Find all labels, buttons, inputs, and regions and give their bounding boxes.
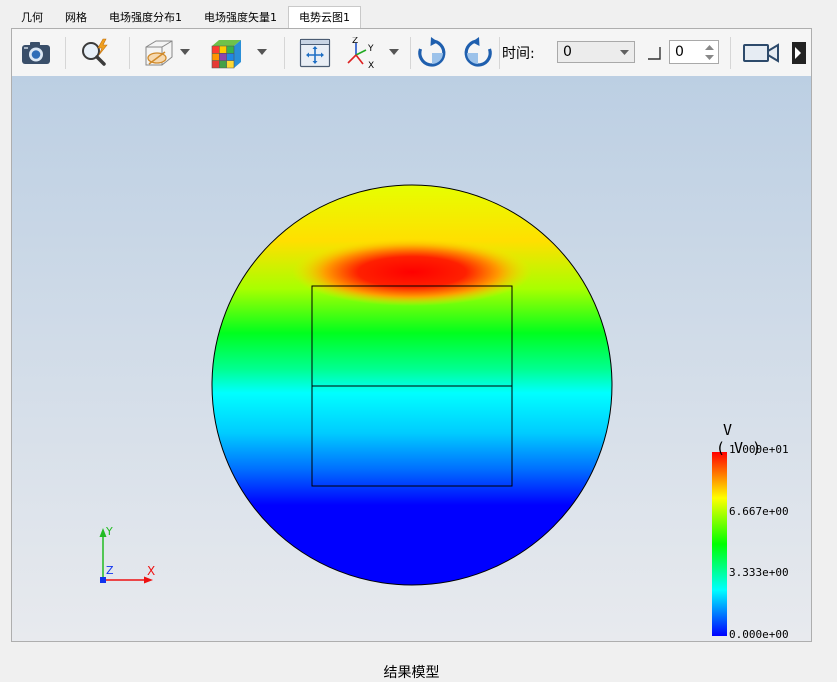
rotate-cw-button[interactable] [414, 36, 450, 70]
triad-y-label: Y [105, 525, 113, 538]
axes-orient-icon: Z Y X [347, 37, 374, 69]
spin-up-icon[interactable] [705, 44, 714, 52]
clip-plane-icon [145, 40, 173, 66]
tab-potential-contour[interactable]: 电势云图1 [288, 6, 361, 29]
triad-x-label: X [147, 564, 155, 578]
colorbar-tick: 3.333e+00 [729, 566, 789, 579]
document-tabs: 几何 网格 电场强度分布1 电场强度矢量1 电势云图1 [10, 6, 361, 29]
time-select-value: 0 [563, 44, 572, 60]
color-cube-icon [211, 40, 241, 69]
frame-spinbox[interactable]: 0 [669, 40, 719, 64]
colorbar-title: V [723, 421, 733, 439]
axes-orient-dropdown[interactable] [387, 43, 401, 61]
svg-text:Z: Z [352, 37, 358, 46]
color-cube-button[interactable] [208, 36, 244, 70]
chevron-down-icon [389, 49, 399, 55]
camera-icon [22, 42, 50, 64]
clip-plane-button[interactable] [140, 36, 176, 70]
result-panel: Z Y X 时间: 0 0 Y X Z 结果模型 V (V) 1.000e+… [11, 28, 812, 681]
video-camera-icon [743, 43, 779, 63]
triad-z-label: Z [106, 564, 114, 577]
tab-geometry[interactable]: 几何 [10, 6, 54, 28]
fit-view-icon [299, 38, 331, 68]
colorbar-tick: 0.000e+00 [729, 628, 789, 641]
chevron-down-icon [620, 50, 629, 55]
colorbar [712, 452, 727, 636]
zoom-icon [82, 38, 108, 66]
tab-e-field-vector[interactable]: 电场强度矢量1 [193, 6, 288, 28]
time-label: 时间: [502, 46, 535, 62]
rotate-cw-icon [418, 37, 446, 67]
time-select[interactable]: 0 [557, 41, 635, 63]
toolbar: Z Y X 时间: 0 0 [12, 29, 811, 77]
potential-field [212, 185, 612, 585]
color-cube-dropdown[interactable] [255, 43, 269, 61]
svg-text:X: X [368, 61, 374, 69]
chevron-down-icon [180, 49, 190, 55]
toolbar-overflow-button[interactable] [790, 36, 808, 70]
colorbar-tick: 1.000e+01 [729, 443, 789, 456]
step-button[interactable] [646, 45, 662, 61]
zoom-button[interactable] [78, 36, 114, 70]
tab-mesh[interactable]: 网格 [54, 6, 98, 28]
chevron-down-icon [257, 49, 267, 55]
spin-down-icon[interactable] [705, 53, 714, 61]
frame-spinbox-value: 0 [675, 44, 684, 60]
colorbar-tick: 6.667e+00 [729, 505, 789, 518]
result-plot: Y X Z [12, 76, 811, 641]
rotate-ccw-button[interactable] [460, 36, 496, 70]
fit-view-button[interactable] [297, 36, 333, 70]
more-icon [792, 42, 806, 64]
rotate-ccw-icon [464, 37, 492, 67]
record-video-button[interactable] [742, 36, 782, 70]
svg-text:Y: Y [367, 44, 374, 54]
screenshot-button[interactable] [18, 36, 54, 70]
clip-plane-dropdown[interactable] [178, 43, 192, 61]
result-viewport[interactable]: Y X Z 结果模型 V ( V ) 1.000e+01 6.667e+00 3… [12, 76, 811, 681]
axes-orient-button[interactable]: Z Y X [344, 36, 380, 70]
tab-e-field-distribution[interactable]: 电场强度分布1 [98, 6, 193, 28]
view-caption: 结果模型 [383, 665, 440, 681]
